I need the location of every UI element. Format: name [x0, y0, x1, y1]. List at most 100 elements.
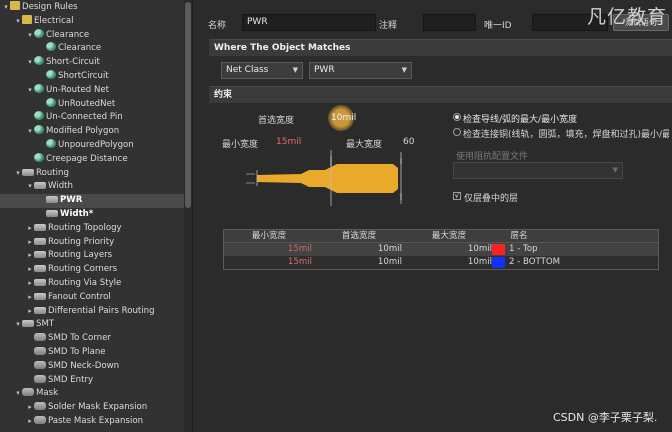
table-row[interactable]: 15mil 10mil 10mil 2 - BOTTOM: [224, 256, 658, 269]
expand-down-icon[interactable]: ▾: [26, 180, 34, 194]
route-icon: [34, 237, 46, 245]
expand-down-icon[interactable]: ▾: [26, 29, 34, 43]
row-max-width[interactable]: 10mil: [404, 243, 492, 256]
track-shape: [257, 164, 398, 193]
comment-input[interactable]: [423, 14, 476, 31]
csdn-watermark: CSDN @李子栗子梨.: [553, 411, 658, 424]
tree-item[interactable]: ▸ Routing Via Style: [0, 277, 184, 291]
expand-right-icon[interactable]: ▸: [26, 222, 34, 236]
expand-right-icon[interactable]: ▸: [26, 277, 34, 291]
expand-right-icon[interactable]: ▸: [26, 305, 34, 319]
tree-item[interactable]: Width*: [0, 208, 184, 222]
tree-item[interactable]: SMD To Plane: [0, 346, 184, 360]
rule-icon: [34, 125, 44, 135]
track-width-diagram: [246, 150, 402, 206]
col-layer-name[interactable]: 层名: [494, 230, 544, 243]
tree-item[interactable]: ▾ Routing: [0, 167, 184, 181]
expand-down-icon[interactable]: ▾: [14, 387, 22, 401]
tree-item[interactable]: UnRoutedNet: [0, 97, 184, 112]
tree-item-label: Width: [48, 181, 73, 192]
col-max-width[interactable]: 最大宽度: [404, 230, 494, 243]
tree-scrollbar-thumb[interactable]: [185, 2, 191, 208]
net-class-dropdown-value: PWR: [314, 65, 335, 75]
min-width-value[interactable]: 15mil: [276, 137, 301, 147]
tree-item[interactable]: ▾ Electrical: [0, 14, 184, 29]
tree-item[interactable]: ▸ Solder Mask Expansion: [0, 401, 184, 415]
tree-item[interactable]: ▾ Clearance: [0, 28, 184, 43]
tree-item[interactable]: ▾ Modified Polygon: [0, 125, 184, 139]
tree-item[interactable]: Creepage Distance: [0, 152, 184, 167]
layer-width-table: 最小宽度 首选宽度 最大宽度 层名 15mil 10mil 10mil 1 - …: [223, 229, 659, 270]
tree-item[interactable]: Clearance: [0, 42, 184, 56]
tree-item[interactable]: Un-Connected Pin: [0, 111, 184, 125]
expand-right-icon[interactable]: ▸: [26, 263, 34, 277]
tree-item[interactable]: ▾ SMT: [0, 318, 184, 332]
row-preferred-width[interactable]: 10mil: [314, 256, 402, 269]
tree-item[interactable]: ▸ Routing Corners: [0, 263, 184, 277]
tree-item[interactable]: ▾ Mask: [0, 387, 184, 401]
tree-item-label: Routing: [36, 167, 69, 178]
constraints-section-header: 约束: [209, 86, 672, 103]
rule-icon: [34, 152, 44, 162]
mask-icon: [34, 360, 46, 369]
row-layer-name[interactable]: 2 - BOTTOM: [509, 256, 560, 269]
tree-item-label: Modified Polygon: [46, 126, 120, 137]
check-track-width-radio[interactable]: [453, 113, 461, 121]
tree-item[interactable]: ▾ Short-Circuit: [0, 56, 184, 70]
row-min-width[interactable]: 15mil: [224, 243, 312, 256]
mask-icon: [34, 415, 46, 424]
where-section-header: Where The Object Matches: [209, 39, 672, 56]
tree-item-label: Routing Priority: [48, 236, 115, 247]
check-copper-width-radio[interactable]: [453, 128, 461, 136]
rule-name-input[interactable]: PWR: [242, 14, 376, 31]
unique-id-label: 唯一ID: [484, 21, 512, 31]
scope-dropdown[interactable]: Net Class ▼: [221, 62, 303, 79]
tree-item-label: Fanout Control: [48, 291, 111, 302]
col-preferred-width[interactable]: 首选宽度: [314, 230, 404, 243]
tree-item[interactable]: ▾ Design Rules: [0, 1, 184, 15]
expand-right-icon[interactable]: ▸: [26, 415, 34, 429]
row-layer-name[interactable]: 1 - Top: [509, 243, 538, 256]
expand-down-icon[interactable]: ▾: [14, 15, 22, 29]
tree-scrollbar[interactable]: [184, 0, 192, 432]
tree-item[interactable]: ▸ Routing Layers: [0, 249, 184, 263]
row-min-width[interactable]: 15mil: [224, 256, 312, 269]
expand-down-icon[interactable]: ▾: [2, 1, 10, 15]
tree-item[interactable]: ▸ Routing Priority: [0, 236, 184, 250]
layer-stack-only-checkbox[interactable]: √: [453, 192, 461, 200]
row-max-width[interactable]: 10mil: [404, 256, 492, 269]
row-preferred-width[interactable]: 10mil: [314, 243, 402, 256]
tree-item[interactable]: ▸ Paste Mask Expansion: [0, 415, 184, 429]
tree-item-label: Electrical: [34, 15, 74, 26]
expand-down-icon[interactable]: ▾: [14, 318, 22, 332]
tree-item-label: UnpouredPolygon: [58, 139, 134, 150]
tree-item[interactable]: ▸ Fanout Control: [0, 291, 184, 305]
expand-down-icon[interactable]: ▾: [26, 56, 34, 70]
tree-item[interactable]: PWR: [0, 194, 184, 208]
tree-item[interactable]: ▸ Routing Topology: [0, 222, 184, 236]
expand-down-icon[interactable]: ▾: [26, 84, 34, 98]
tree-item[interactable]: SMD To Corner: [0, 332, 184, 346]
net-class-dropdown[interactable]: PWR ▼: [309, 62, 412, 79]
tree-item[interactable]: ▸ Differential Pairs Routing: [0, 305, 184, 319]
tree-item-label: Un-Connected Pin: [46, 112, 123, 123]
expand-right-icon[interactable]: ▸: [26, 401, 34, 415]
tree-item[interactable]: UnpouredPolygon: [0, 138, 184, 153]
tree-item[interactable]: ShortCircuit: [0, 69, 184, 84]
expand-down-icon[interactable]: ▾: [14, 167, 22, 181]
tree-item[interactable]: ▾ Width: [0, 180, 184, 194]
col-min-width[interactable]: 最小宽度: [224, 230, 314, 243]
tree-item-label: ShortCircuit: [58, 70, 109, 81]
tree-item[interactable]: SMD Entry: [0, 374, 184, 388]
table-row[interactable]: 15mil 10mil 10mil 1 - Top: [224, 243, 658, 256]
expand-right-icon[interactable]: ▸: [26, 249, 34, 263]
expand-right-icon[interactable]: ▸: [26, 291, 34, 305]
tree-item[interactable]: ▾ Un-Routed Net: [0, 83, 184, 98]
preferred-width-value[interactable]: 10mil: [331, 113, 356, 123]
rule-icon: [34, 28, 44, 38]
max-width-value[interactable]: 60: [403, 137, 414, 147]
expand-down-icon[interactable]: ▾: [26, 125, 34, 139]
tree-item-label: SMD To Corner: [48, 333, 111, 344]
tree-item[interactable]: SMD Neck-Down: [0, 360, 184, 374]
expand-right-icon[interactable]: ▸: [26, 236, 34, 250]
